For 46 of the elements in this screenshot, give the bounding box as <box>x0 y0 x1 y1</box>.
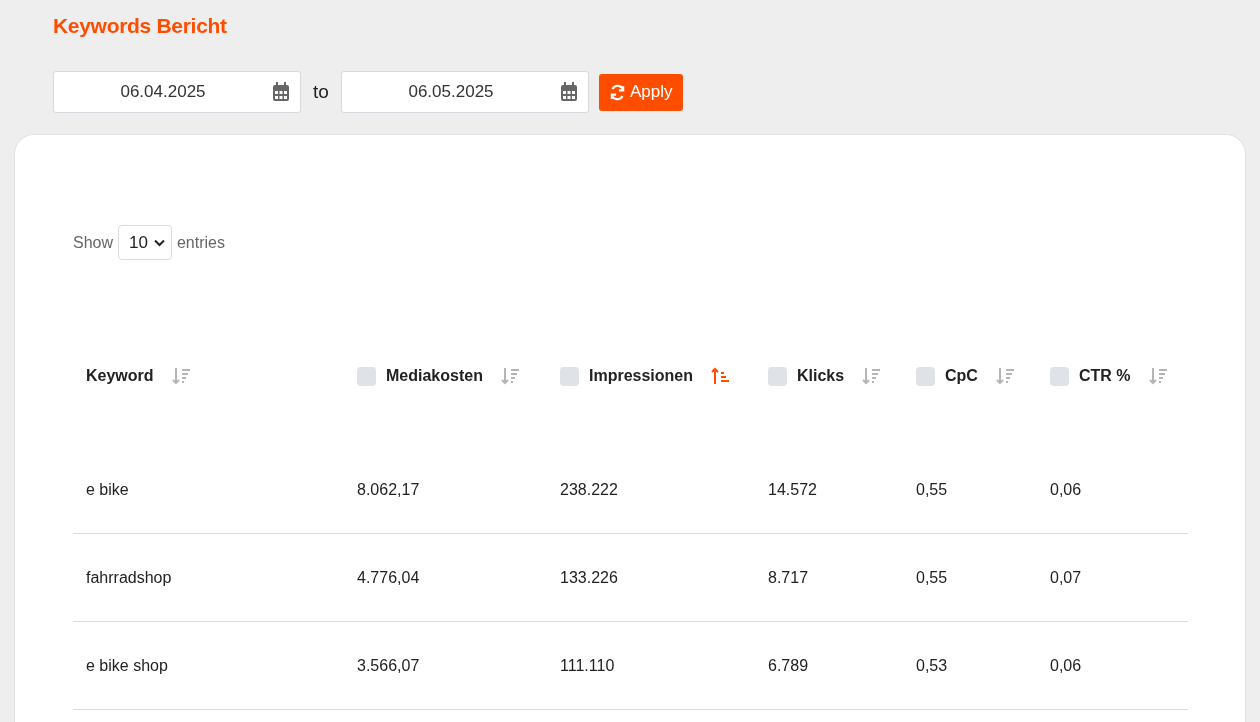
table-cell-text: fahrradshop <box>85 568 173 587</box>
table-cell-text: 0,53 <box>915 656 949 675</box>
table-cell-text: 8.717 <box>767 568 810 587</box>
checkbox[interactable] <box>560 366 579 386</box>
table-cell-text: 4.776,04 <box>356 568 421 587</box>
table-cell-text: 3.566,07 <box>356 656 421 675</box>
table-cell-text: 6.789 <box>767 656 810 675</box>
column-header[interactable]: Mediakosten <box>386 367 483 385</box>
sort-icon[interactable] <box>500 367 521 385</box>
entries-label: entries <box>176 233 225 252</box>
table-cell-text: e bike <box>85 480 130 499</box>
checkbox[interactable] <box>768 366 787 386</box>
column-header[interactable]: Impressionen <box>589 367 694 385</box>
sort-icon[interactable] <box>171 367 192 385</box>
calendar-icon[interactable] <box>272 82 290 102</box>
chevron-down-icon <box>153 238 165 247</box>
table-cell-text: 14.572 <box>767 480 818 499</box>
column-header[interactable]: Keyword <box>86 367 154 385</box>
table-cell-text: 238.222 <box>559 480 619 499</box>
checkbox[interactable] <box>357 366 376 386</box>
entries-select[interactable]: 10 <box>118 225 172 260</box>
table-cell-text: 0,55 <box>915 480 949 499</box>
column-header[interactable]: CpC <box>945 367 978 385</box>
sort-icon[interactable] <box>1148 367 1169 385</box>
table-cell-text: 0,06 <box>1049 656 1083 675</box>
column-header[interactable]: Klicks <box>797 367 845 385</box>
table-cell-text: 0,55 <box>915 568 949 587</box>
checkbox[interactable] <box>1050 366 1069 386</box>
column-header[interactable]: CTR % <box>1079 367 1131 385</box>
calendar-icon[interactable] <box>560 82 578 102</box>
table-cell-text: e bike shop <box>85 656 169 675</box>
date-field[interactable]: 06.04.2025 <box>53 71 301 113</box>
table-cell-text: 8.062,17 <box>356 480 421 499</box>
table-cell-text: 133.226 <box>559 568 619 587</box>
date-field[interactable]: 06.05.2025 <box>341 71 589 113</box>
sort-icon[interactable] <box>862 367 883 385</box>
table-cell-text: 0,06 <box>1049 480 1083 499</box>
sort-icon[interactable] <box>995 367 1016 385</box>
sort-ascending-icon[interactable] <box>711 367 732 385</box>
page-title: Keywords Bericht <box>53 14 228 39</box>
table-cell-text: 111.110 <box>559 656 616 675</box>
show-label: Show <box>73 233 114 252</box>
refresh-icon <box>609 83 626 101</box>
range-separator: to <box>312 81 330 103</box>
table-cell-text: 0,07 <box>1049 568 1083 587</box>
checkbox[interactable] <box>916 366 935 386</box>
